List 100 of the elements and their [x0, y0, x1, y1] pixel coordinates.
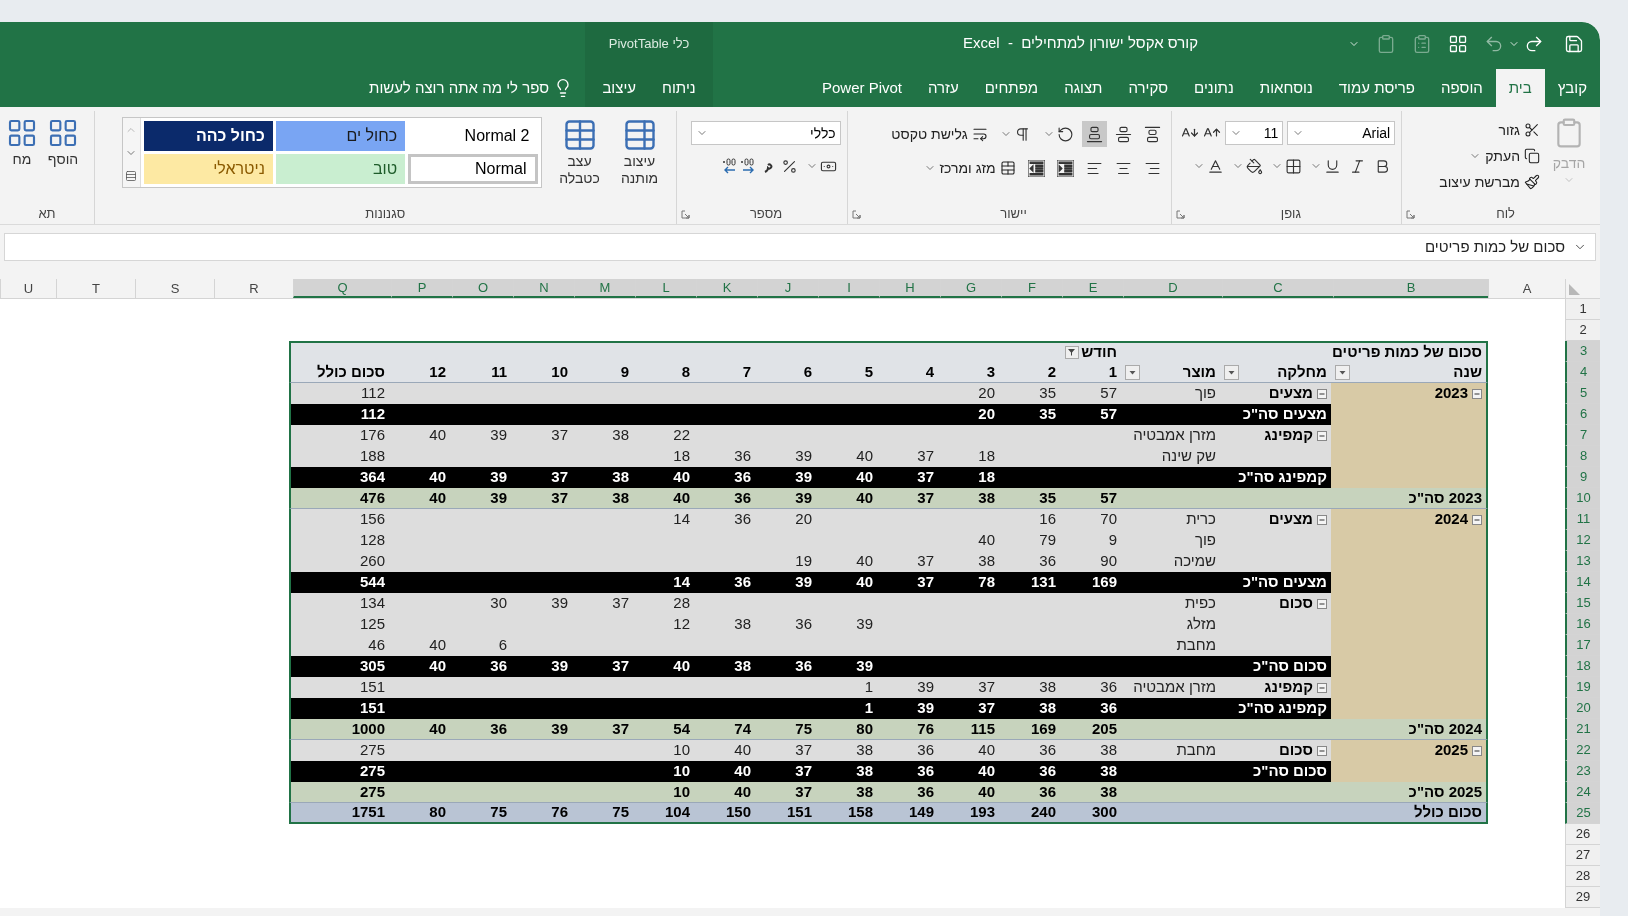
collapse-icon[interactable] [1317, 598, 1327, 609]
save-icon[interactable] [1564, 33, 1584, 54]
ribbon-tab[interactable]: עיצוב [589, 69, 650, 107]
ribbon-tab[interactable]: סקירה [1115, 69, 1182, 107]
row-header[interactable]: 26 [1565, 824, 1600, 845]
row-header[interactable]: 7 [1565, 425, 1600, 446]
ribbon-button[interactable]: גזור [1435, 117, 1544, 143]
ribbon-tab[interactable]: נוסחאות [1246, 69, 1326, 107]
conditional-formatting-button[interactable]: עיצוב מותנה [609, 117, 670, 187]
style-swatch[interactable]: Normal [408, 154, 538, 184]
row-header[interactable]: 9 [1565, 467, 1600, 488]
row-header[interactable]: 20 [1565, 698, 1600, 719]
row-header[interactable]: 15 [1565, 593, 1600, 614]
borders-icon[interactable] [1285, 157, 1303, 175]
row-header[interactable]: 24 [1565, 782, 1600, 803]
insert-button[interactable]: הוסף [38, 117, 88, 170]
percent-icon[interactable] [780, 157, 798, 175]
collapse-icon[interactable] [1317, 514, 1327, 525]
ribbon-tab[interactable]: מפתחים [971, 69, 1052, 107]
row-header[interactable]: 19 [1565, 677, 1600, 698]
row-header[interactable]: 2 [1565, 320, 1600, 341]
more-styles-icon[interactable] [125, 169, 137, 182]
copy-icon[interactable] [1524, 148, 1540, 164]
collapse-icon[interactable] [1317, 682, 1327, 693]
row-header[interactable]: 25 [1565, 803, 1600, 824]
dropdown-icon[interactable] [1335, 364, 1350, 380]
vertical-align-icon[interactable] [1114, 125, 1132, 143]
ribbon-tab[interactable]: תצוגה [1051, 69, 1116, 107]
row-header[interactable]: 13 [1565, 551, 1600, 572]
column-header[interactable]: Q [293, 279, 391, 298]
column-header[interactable]: C [1222, 279, 1333, 298]
outdent-icon[interactable] [1027, 159, 1045, 177]
row-header[interactable]: 23 [1565, 761, 1600, 782]
column-header[interactable]: M [574, 279, 635, 298]
ribbon-tab[interactable]: עזרה [915, 69, 972, 107]
font-color-icon[interactable] [1207, 157, 1225, 175]
column-header[interactable]: L [635, 279, 696, 298]
number-format-field[interactable]: כללי [690, 121, 841, 145]
column-header[interactable]: K [696, 279, 757, 298]
filter-icon[interactable] [1065, 346, 1080, 359]
ribbon-button[interactable]: העתק [1435, 143, 1544, 169]
row-header[interactable]: 1 [1565, 299, 1600, 320]
increase-decimal-icon[interactable] [738, 157, 757, 175]
gallery-scrollbar[interactable] [122, 118, 141, 187]
ribbon-button[interactable]: מזג ומרכז [919, 155, 1020, 181]
row-header[interactable]: 28 [1565, 866, 1600, 887]
column-header[interactable]: R [214, 279, 293, 298]
dialog-launcher-icon[interactable] [1406, 209, 1416, 219]
ribbon-tab[interactable]: ניתוח [649, 69, 709, 107]
row-header[interactable]: 27 [1565, 845, 1600, 866]
dialog-launcher-icon[interactable] [680, 209, 690, 219]
ribbon-tab[interactable]: קובץ [1544, 69, 1600, 107]
font-name-field[interactable]: Arial [1287, 121, 1396, 145]
column-header[interactable]: T [56, 279, 135, 298]
collapse-icon[interactable] [1317, 430, 1327, 441]
orientation-icon[interactable] [1056, 125, 1074, 143]
merge-icon[interactable] [999, 160, 1016, 176]
collapse-icon[interactable] [1472, 745, 1482, 756]
row-header[interactable]: 4 [1565, 362, 1600, 383]
ribbon-button[interactable]: גלישת טקסט [887, 121, 992, 147]
row-header[interactable]: 5 [1565, 383, 1600, 404]
ribbon-tab[interactable]: פריסת עמוד [1325, 69, 1429, 107]
row-header[interactable]: 6 [1565, 404, 1600, 425]
row-header[interactable]: 11 [1565, 509, 1600, 530]
row-header[interactable]: 16 [1565, 614, 1600, 635]
vertical-align-icon[interactable] [1085, 125, 1103, 143]
style-swatch[interactable]: כחול כהה [143, 121, 273, 151]
row-header[interactable]: 10 [1565, 488, 1600, 509]
column-header[interactable]: B [1333, 279, 1488, 298]
formula-bar[interactable]: סכום של כמות פריטים [4, 233, 1596, 261]
row-header[interactable]: 8 [1565, 446, 1600, 467]
row-header[interactable]: 17 [1565, 635, 1600, 656]
layout-icon[interactable] [1448, 33, 1468, 54]
delete-button[interactable]: מח [6, 117, 38, 170]
row-header[interactable]: 14 [1565, 572, 1600, 593]
row-header[interactable]: 3 [1565, 341, 1600, 362]
fill-color-icon[interactable] [1246, 157, 1264, 175]
scissors-icon[interactable] [1524, 122, 1540, 138]
ribbon-button[interactable]: מברשת עיצוב [1435, 169, 1544, 195]
tell-me-box[interactable]: ספר לי מה אתה רוצה לעשות [0, 69, 585, 107]
indent-icon[interactable] [1056, 159, 1074, 177]
column-header[interactable]: H [879, 279, 940, 298]
row-header[interactable]: 29 [1565, 887, 1600, 908]
collapse-icon[interactable] [1472, 388, 1482, 399]
dialog-launcher-icon[interactable] [1175, 209, 1185, 219]
style-swatch[interactable]: כחול ים [275, 121, 406, 151]
dropdown-icon[interactable] [1125, 364, 1140, 380]
ribbon-tab[interactable]: Power Pivot [808, 69, 915, 107]
column-header[interactable]: S [135, 279, 214, 298]
column-header[interactable]: O [452, 279, 513, 298]
column-header[interactable]: U [0, 279, 56, 298]
dropdown-icon[interactable] [1224, 364, 1239, 380]
row-header[interactable]: 22 [1565, 740, 1600, 761]
ribbon-tab[interactable]: הוספה [1428, 69, 1496, 107]
style-swatch[interactable]: טוב [275, 154, 406, 184]
ribbon-tab[interactable]: בית [1495, 69, 1545, 107]
style-swatch[interactable]: ניטראלי [143, 154, 273, 184]
underline-icon[interactable] [1324, 157, 1342, 175]
collapse-icon[interactable] [1317, 388, 1327, 399]
column-header[interactable]: P [391, 279, 452, 298]
